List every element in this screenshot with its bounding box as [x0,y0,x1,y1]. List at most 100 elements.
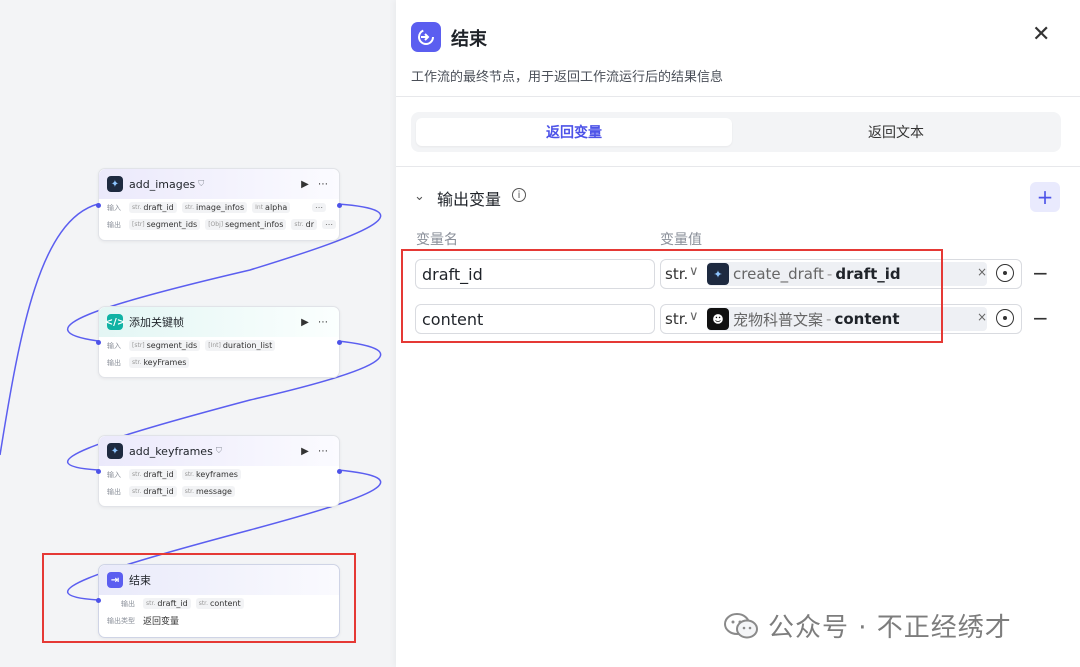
node-title: 结束 [129,574,151,587]
ref-variable-name: draft_id [835,265,901,283]
variable-value-field[interactable]: str. ∨ ✦ create_draft - draft_id × [660,259,1022,289]
mode-tabs: 返回变量 返回文本 [411,112,1061,152]
node-outputs-row: 输出 str. draft_id str. message [99,483,339,500]
panel-title: 结束 [451,29,487,50]
more-icon[interactable]: ⋯ [318,317,331,328]
node-header: ✦ add_keyframes ⛉ ▶ ⋯ [99,436,339,466]
output-port[interactable] [337,340,342,345]
row-label: 输入 [107,341,121,350]
clear-reference-icon[interactable]: × [977,265,987,279]
node-header: </> 添加关键帧 ▶ ⋯ [99,307,339,337]
run-icon[interactable]: ▶ [301,446,312,457]
variable-name-input[interactable]: draft_id [415,259,655,289]
param-chip: str. draft_id [129,202,177,213]
param-chip: str. image_infos [181,202,248,213]
chevron-down-icon[interactable]: ⌄ [414,189,425,204]
row-label: 输出 [107,487,121,496]
run-icon[interactable]: ▶ [301,317,312,328]
node-add-images[interactable]: ✦ add_images ⛉ ▶ ⋯ 输入 str. draft_id str. i… [96,168,342,241]
end-icon: ⇥ [107,572,123,588]
param-chip: str. dr [291,219,318,230]
param-chip: Int alpha [252,202,291,213]
row-label: 输出 [121,599,135,608]
variable-row: draft_id str. ∨ ✦ create_draft - draft_i… [396,259,1080,291]
param-chip: [str] segment_ids [129,340,201,351]
node-outputs-row: 输出 [str] segment_ids [Obj] segment_infos s… [99,216,339,233]
variable-name-input[interactable]: content [415,304,655,334]
type-select[interactable]: str. [665,310,688,328]
more-icon[interactable]: ⋯ [318,179,331,190]
chevron-down-icon[interactable]: ∨ [689,264,699,279]
input-port[interactable] [96,469,101,474]
variable-picker-icon[interactable] [996,309,1014,327]
tab-return-text[interactable]: 返回文本 [736,118,1056,146]
chevron-down-icon[interactable]: ∨ [689,309,699,324]
param-chip: str. content [195,598,244,609]
close-icon[interactable]: ✕ [1032,24,1050,46]
input-port[interactable] [96,203,101,208]
wechat-icon [724,612,758,638]
remove-variable-button[interactable]: − [1032,261,1049,285]
node-title: 添加关键帧 [129,316,184,329]
tab-return-variables[interactable]: 返回变量 [416,118,732,146]
input-port[interactable] [96,598,101,603]
node-add-keyframe-code[interactable]: </> 添加关键帧 ▶ ⋯ 输入 [str] segment_ids [Int] d… [96,306,342,378]
end-icon [411,22,441,52]
param-chip: str. draft_id [143,598,191,609]
clear-reference-icon[interactable]: × [977,310,987,324]
param-chip: str. draft_id [129,469,177,480]
variable-picker-icon[interactable] [996,264,1014,282]
column-header-name: 变量名 [416,232,458,248]
plugin-badge-icon: ⛉ [215,446,222,455]
output-type-value: 返回变量 [143,617,180,627]
variable-value-field[interactable]: str. ∨ ☻ 宠物科普文案 - content × [660,304,1022,334]
param-chip: str. message [181,486,235,497]
node-inputs-row: 输入 str. draft_id str. image_infos Int alpha… [99,199,339,216]
section-title: 输出变量 [437,190,502,209]
remove-variable-button[interactable]: − [1032,306,1049,330]
node-title: add_images [129,177,196,191]
workflow-canvas[interactable]: ✦ add_images ⛉ ▶ ⋯ 输入 str. draft_id str. i… [0,0,396,667]
node-actions[interactable]: ▶ ⋯ [301,446,331,457]
param-chip: str. draft_id [129,486,177,497]
row-label: 输出 [107,358,121,367]
input-port[interactable] [96,340,101,345]
node-outputs-row: 输出 str. keyFrames [99,354,339,371]
ref-node-name: 宠物科普文案 [733,310,824,329]
more-params-icon[interactable]: ⋯ [312,203,326,212]
node-outputs-row: 输出 str. draft_id str. content [99,595,339,612]
divider [396,166,1080,167]
ref-variable-name: content [834,310,900,328]
node-end[interactable]: ⇥ 结束 输出 str. draft_id str. content 输出类型 返回… [96,564,340,638]
reference-tag[interactable]: ✦ create_draft - draft_id [707,262,987,286]
param-chip: str. keyFrames [129,357,190,368]
node-title: add_keyframes [129,444,213,458]
reference-tag[interactable]: ☻ 宠物科普文案 - content [707,307,987,331]
add-variable-button[interactable]: + [1030,182,1060,212]
row-label: 输入 [107,203,121,212]
output-port[interactable] [337,203,342,208]
more-params-icon[interactable]: ⋯ [322,220,337,229]
node-add-keyframes[interactable]: ✦ add_keyframes ⛉ ▶ ⋯ 输入 str. draft_id st… [96,435,342,507]
output-port[interactable] [337,469,342,474]
edge-upstream [0,203,99,456]
info-icon[interactable]: i [512,188,526,202]
param-chip: [str] segment_ids [129,219,201,230]
plugin-icon: ✦ [107,176,123,192]
run-icon[interactable]: ▶ [301,179,312,190]
plugin-icon: ✦ [107,443,123,459]
type-select[interactable]: str. [665,265,688,283]
ref-separator: - [826,265,833,283]
node-header: ✦ add_images ⛉ ▶ ⋯ [99,169,339,199]
node-actions[interactable]: ▶ ⋯ [301,179,331,190]
node-output-type-row: 输出类型 返回变量 [99,612,339,629]
ref-separator: - [826,310,832,328]
more-icon[interactable]: ⋯ [318,446,331,457]
row-label: 输出 [107,220,121,229]
param-chip: [Obj] segment_infos [205,219,287,230]
ref-node-name: create_draft [733,265,824,283]
node-actions[interactable]: ▶ ⋯ [301,317,331,328]
node-config-panel: 结束 ✕ 工作流的最终节点，用于返回工作流运行后的结果信息 返回变量 返回文本 … [396,0,1080,667]
plugin-badge-icon: ⛉ [198,179,205,188]
panel-description: 工作流的最终节点，用于返回工作流运行后的结果信息 [411,70,724,85]
